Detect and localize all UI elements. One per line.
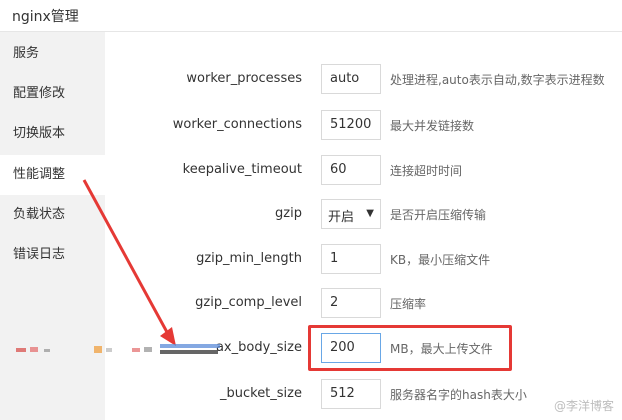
blurred-artifact-strip — [16, 344, 220, 354]
watermark: @李洋博客 — [553, 399, 614, 413]
